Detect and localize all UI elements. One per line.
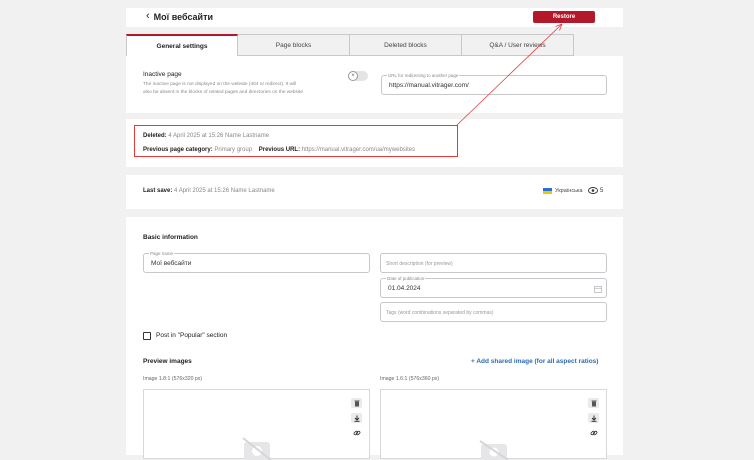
trash-icon[interactable] xyxy=(588,398,599,408)
image-1-upload-box[interactable] xyxy=(143,389,370,460)
page-name-value: Мої вебсайти xyxy=(151,260,192,267)
views-count: 5 xyxy=(600,187,604,194)
link-icon[interactable] xyxy=(588,428,599,438)
basic-info-title: Basic information xyxy=(143,234,198,241)
trash-icon[interactable] xyxy=(351,398,362,408)
last-save-panel: Last save: 4 April 2025 at 15:26 Name La… xyxy=(126,175,623,209)
add-shared-image-button[interactable]: + Add shared image (for all aspect ratio… xyxy=(471,358,598,365)
tab-page-blocks[interactable]: Page blocks xyxy=(238,34,350,56)
page-name-field[interactable]: Page name Мої вебсайти xyxy=(143,251,370,273)
no-image-icon xyxy=(479,440,509,460)
download-icon[interactable] xyxy=(351,413,362,423)
tags-placeholder: Tags (word combinations separated by com… xyxy=(386,310,494,316)
chevron-left-icon: ‹ xyxy=(146,10,150,22)
last-save-label: Last save: xyxy=(143,188,173,194)
redirect-url-legend: URL for redirecting to another page xyxy=(387,73,460,78)
tab-bar: General settings Page blocks Deleted blo… xyxy=(126,34,575,56)
popular-checkbox-label: Post in "Popular" section xyxy=(156,332,228,339)
redirect-url-value: https://manual.vitrager.com/ xyxy=(389,82,469,89)
tab-general-settings[interactable]: General settings xyxy=(126,34,238,56)
short-description-placeholder: Short description (for preview) xyxy=(386,261,453,267)
language-selector[interactable]: Українська xyxy=(543,188,583,194)
tab-deleted-blocks[interactable]: Deleted blocks xyxy=(350,34,462,56)
tab-qa-reviews[interactable]: Q&A / User reviews xyxy=(462,34,574,56)
last-save-row: Last save: 4 April 2025 at 15:26 Name La… xyxy=(143,188,275,194)
views-counter: 5 xyxy=(588,187,603,194)
inactive-page-hint-1: The inactive page is not displayed on th… xyxy=(143,82,297,87)
image-1-label: Image 1.8:1 (576x320 px) xyxy=(143,376,203,382)
inactive-page-toggle[interactable]: × xyxy=(348,71,368,81)
settings-panel: Inactive page The inactive page is not d… xyxy=(126,56,623,113)
tags-field[interactable]: Tags (word combinations separated by com… xyxy=(380,302,607,322)
link-icon[interactable] xyxy=(351,428,362,438)
no-image-icon xyxy=(242,437,272,460)
restore-button[interactable]: Restore xyxy=(533,11,595,23)
calendar-icon[interactable] xyxy=(594,285,602,293)
image-2-label: Image 1.6:1 (576x360 px) xyxy=(380,376,440,382)
ukraine-flag-icon xyxy=(543,188,552,194)
page-name-legend: Page name xyxy=(149,251,175,256)
publication-date-field[interactable]: Date of publication 01.04.2024 xyxy=(380,276,607,298)
inactive-page-hint-2: also be absent in the blocks of related … xyxy=(143,90,303,95)
preview-images-title: Preview images xyxy=(143,358,192,365)
language-label: Українська xyxy=(555,188,583,194)
back-link[interactable]: ‹ Мої вебсайти xyxy=(146,11,213,22)
download-icon[interactable] xyxy=(588,413,599,423)
basic-info-panel: Basic information Page name Мої вебсайти… xyxy=(126,217,623,460)
image-2-upload-box[interactable] xyxy=(380,389,607,460)
close-icon: × xyxy=(348,71,358,81)
publication-date-value: 01.04.2024 xyxy=(388,285,421,292)
short-description-field[interactable]: Short description (for preview) xyxy=(380,253,607,273)
header-bar: ‹ Мої вебсайти Restore xyxy=(126,8,623,27)
popular-checkbox[interactable] xyxy=(143,332,151,340)
eye-icon xyxy=(588,187,598,194)
redirect-url-field[interactable]: URL for redirecting to another page http… xyxy=(381,73,607,95)
page-title: Мої вебсайти xyxy=(153,11,214,22)
publication-date-legend: Date of publication xyxy=(386,276,426,281)
inactive-page-label: Inactive page xyxy=(143,71,182,78)
last-save-value: 4 April 2025 at 15:26 Name Lastname xyxy=(174,188,275,194)
deleted-info-highlight xyxy=(134,125,458,157)
